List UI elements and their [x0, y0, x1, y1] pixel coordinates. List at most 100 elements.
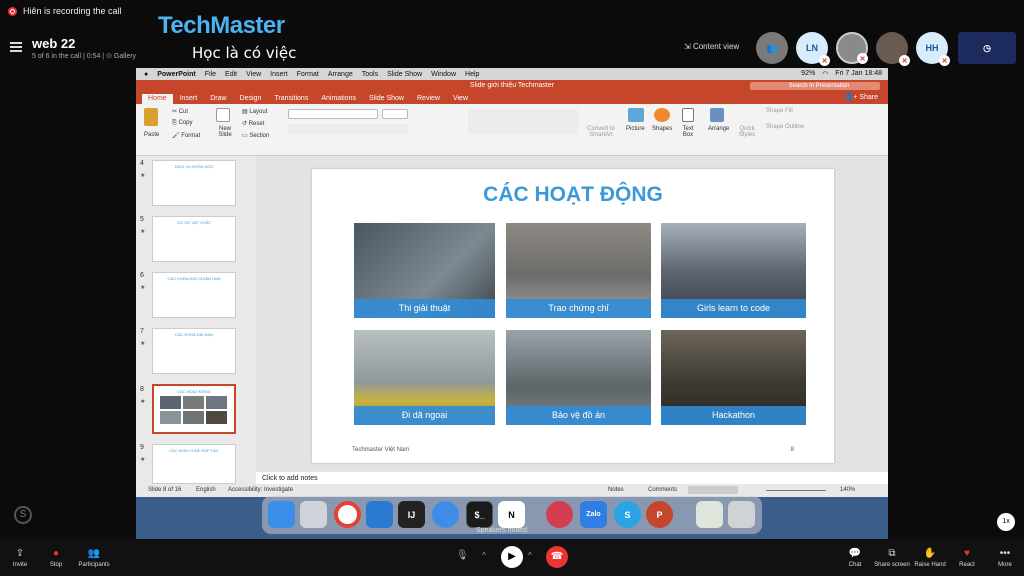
- picture-icon[interactable]: [628, 108, 644, 122]
- zoom-slider[interactable]: [766, 490, 826, 491]
- tab-slideshow[interactable]: Slide Show: [363, 94, 410, 104]
- layout-button[interactable]: ▤ Layout: [242, 108, 267, 115]
- slide-thumbnail[interactable]: DỊCH VỤ KHÓA HỌC: [152, 160, 236, 206]
- menu-edit[interactable]: Edit: [225, 71, 237, 78]
- content-view-button[interactable]: ⇲ Content view: [684, 42, 739, 51]
- chrome-icon[interactable]: [334, 501, 361, 528]
- paste-label[interactable]: Paste: [144, 132, 159, 138]
- view-buttons[interactable]: [688, 486, 738, 494]
- slide-thumbnail[interactable]: CÁC ĐƠN VỊ ĐÃ HỢP TÁC: [152, 444, 236, 484]
- slide-thumbnail[interactable]: CÁC KHÓA HỌC NGẮN HẠN: [152, 272, 236, 318]
- menu-arrange[interactable]: Arrange: [328, 71, 353, 78]
- tab-transitions[interactable]: Transitions: [268, 94, 314, 104]
- finder-icon[interactable]: [268, 501, 295, 528]
- chevron-up-icon[interactable]: ^: [528, 551, 532, 560]
- shapes-label[interactable]: Shapes: [652, 126, 672, 132]
- slide-thumbnail[interactable]: CƠ SỞ VẬT CHẤT: [152, 216, 236, 262]
- new-slide-icon[interactable]: [216, 108, 230, 122]
- mic-muted-icon[interactable]: 🎙: [456, 550, 469, 561]
- new-slide-label[interactable]: New Slide: [214, 126, 236, 138]
- tab-animations[interactable]: Animations: [315, 94, 362, 104]
- textbox-icon[interactable]: [682, 108, 694, 122]
- copy-button[interactable]: ⎘ Copy: [172, 120, 192, 127]
- arrange-icon[interactable]: [710, 108, 724, 122]
- chat-button[interactable]: 💬 Chat: [835, 548, 875, 568]
- tab-draw[interactable]: Draw: [204, 94, 232, 104]
- react-button[interactable]: ♥ React: [947, 548, 987, 568]
- chevron-up-icon[interactable]: ^: [482, 551, 486, 560]
- menu-view[interactable]: View: [246, 71, 261, 78]
- zalo-icon[interactable]: Zalo: [580, 501, 607, 528]
- shape-outline-button[interactable]: Shape Outline: [766, 124, 804, 130]
- comments-toggle[interactable]: Comments: [648, 487, 677, 493]
- language[interactable]: English: [196, 487, 216, 493]
- slide-thumbnail[interactable]: CÁC KHÓA DÀI HẠN: [152, 328, 236, 374]
- picture-label[interactable]: Picture: [626, 126, 645, 132]
- participant-avatar[interactable]: ✕: [836, 32, 868, 64]
- skype-icon[interactable]: S: [614, 501, 641, 528]
- trash-icon[interactable]: [728, 501, 755, 528]
- tab-review[interactable]: Review: [411, 94, 446, 104]
- format-button[interactable]: 🖌 Format: [172, 132, 200, 139]
- launchpad-icon[interactable]: [300, 501, 327, 528]
- menu-tools[interactable]: Tools: [362, 71, 378, 78]
- paragraph-buttons[interactable]: [468, 109, 578, 134]
- share-button[interactable]: 👤+ Share: [845, 93, 878, 101]
- video-button[interactable]: ▶: [501, 546, 523, 568]
- apple-icon[interactable]: ●: [144, 71, 148, 78]
- participant-avatar[interactable]: HH ✕: [916, 32, 950, 66]
- xcode-icon[interactable]: [432, 501, 459, 528]
- participants-button[interactable]: 👥 Participants: [72, 548, 116, 568]
- end-call-button[interactable]: ☎: [546, 546, 568, 568]
- powerpoint-icon[interactable]: P: [646, 501, 673, 528]
- invite-button[interactable]: ⇪ Invite: [0, 548, 40, 568]
- menu-format[interactable]: Format: [297, 71, 319, 78]
- tab-view[interactable]: View: [447, 94, 474, 104]
- textbox-label[interactable]: Text Box: [680, 126, 696, 138]
- tab-design[interactable]: Design: [234, 94, 268, 104]
- font-style-buttons[interactable]: [288, 124, 408, 134]
- shape-fill-button[interactable]: Shape Fill: [766, 108, 793, 114]
- speed-badge[interactable]: 1x: [997, 513, 1015, 531]
- participant-avatar[interactable]: ✕: [876, 32, 910, 66]
- more-icon: •••: [999, 548, 1011, 559]
- menu-file[interactable]: File: [205, 71, 216, 78]
- zoom-level[interactable]: 140%: [840, 487, 855, 493]
- participant-tile[interactable]: ◷: [958, 32, 1016, 64]
- notes-toggle[interactable]: Notes: [608, 487, 624, 493]
- speakerdeck-icon[interactable]: [546, 501, 573, 528]
- hamburger-menu-icon[interactable]: [10, 42, 22, 52]
- vscode-icon[interactable]: [366, 501, 393, 528]
- share-screen-button[interactable]: ⧉ Share screen: [870, 548, 914, 568]
- font-size-select[interactable]: [382, 109, 408, 119]
- intellij-icon[interactable]: IJ: [398, 501, 425, 528]
- terminal-icon[interactable]: $_: [466, 501, 493, 528]
- accessibility-status[interactable]: Accessibility: Investigate: [228, 487, 293, 493]
- shapes-icon[interactable]: [654, 108, 670, 122]
- notion-icon[interactable]: N: [498, 501, 525, 528]
- section-button[interactable]: ▭ Section: [242, 132, 269, 139]
- preview-icon[interactable]: [696, 501, 723, 528]
- menu-help[interactable]: Help: [465, 71, 479, 78]
- cut-button[interactable]: ✂ Cut: [172, 108, 188, 115]
- app-menu-name[interactable]: PowerPoint: [157, 71, 196, 78]
- stop-recording-button[interactable]: ● Stop: [36, 548, 76, 568]
- reset-button[interactable]: ↺ Reset: [242, 120, 264, 127]
- tab-insert[interactable]: Insert: [174, 94, 204, 104]
- arrange-label[interactable]: Arrange: [708, 126, 729, 132]
- convert-smartart-button[interactable]: Convert to SmartArt: [584, 126, 618, 138]
- menu-insert[interactable]: Insert: [270, 71, 288, 78]
- raise-hand-button[interactable]: ✋ Raise Hand: [909, 548, 951, 568]
- menu-window[interactable]: Window: [431, 71, 456, 78]
- participant-avatar[interactable]: 👥: [756, 32, 788, 64]
- more-button[interactable]: ••• More: [985, 548, 1024, 568]
- tab-home[interactable]: Home: [142, 94, 173, 104]
- participant-avatar[interactable]: LN ✕: [796, 32, 830, 66]
- slide-thumbnail-selected[interactable]: CÁC HOẠT ĐỘNG: [152, 384, 236, 434]
- paste-icon[interactable]: [144, 108, 158, 126]
- current-slide[interactable]: CÁC HOẠT ĐỘNG Thi giải thuật Trao chứng …: [312, 169, 834, 463]
- font-family-select[interactable]: [288, 109, 378, 119]
- search-input[interactable]: Search in Presentation: [750, 82, 880, 90]
- quick-styles-label[interactable]: Quick Styles: [736, 126, 758, 138]
- menu-slideshow[interactable]: Slide Show: [387, 71, 422, 78]
